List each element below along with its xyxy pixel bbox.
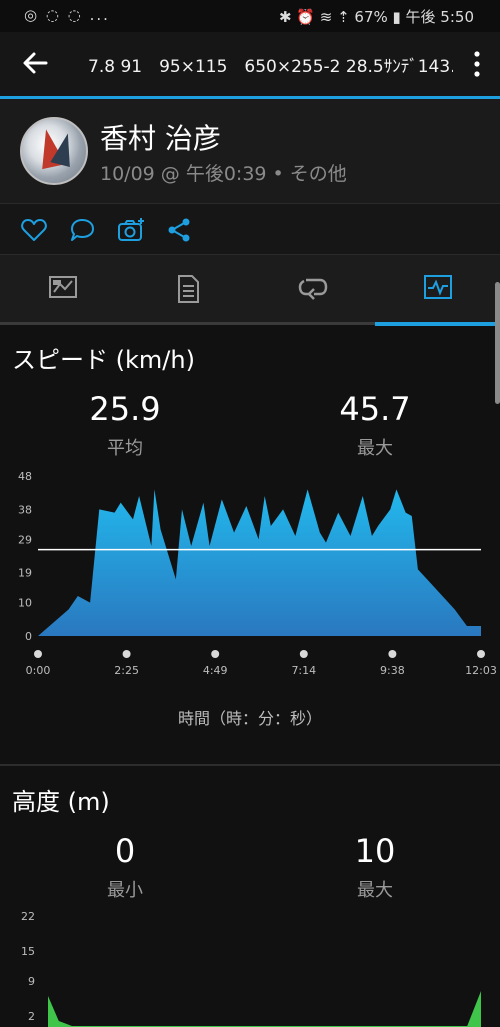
speed-x-tick-dot: [299, 650, 308, 658]
elevation-chart: 2 9 15 22: [21, 910, 481, 1027]
activity-header: 香村 治彦 10/09 @ 午後0:39 • その他: [0, 99, 500, 204]
speed-y-tick: 10: [18, 597, 32, 610]
elevation-y-tick: 22: [21, 910, 35, 923]
speed-y-tick: 38: [18, 503, 32, 516]
scrollbar[interactable]: [495, 282, 500, 404]
overflow-menu-icon[interactable]: [472, 50, 482, 78]
elevation-y-tick: 15: [21, 945, 35, 958]
speed-y-tick: 0: [25, 630, 32, 643]
section-divider: [0, 764, 500, 766]
elevation-max-label: 最大: [357, 880, 393, 901]
tab-laps[interactable]: [250, 255, 375, 325]
document-icon: [178, 275, 199, 303]
heart-icon[interactable]: [20, 216, 48, 244]
speed-avg-label: 平均: [107, 438, 143, 459]
speed-y-tick: 48: [18, 470, 32, 483]
speed-area: [38, 489, 481, 636]
camera-add-icon[interactable]: [117, 216, 145, 244]
speed-x-tick-dot: [122, 650, 131, 658]
speed-x-tick: 2:25: [114, 664, 139, 677]
speed-x-caption: 時間（時：分：秒）: [177, 709, 322, 728]
speed-x-tick: 12:03: [465, 664, 497, 677]
tab-charts[interactable]: [375, 255, 500, 325]
elevation-max-value: 10: [354, 832, 396, 870]
speed-x-tick: 4:49: [203, 664, 228, 677]
speed-x-tick: 9:38: [380, 664, 405, 677]
athlete-name[interactable]: 香村 治彦: [100, 117, 221, 157]
speed-max-value: 45.7: [339, 390, 411, 428]
speed-max-label: 最大: [357, 438, 393, 459]
activity-meta: 10/09 @ 午後0:39 • その他: [100, 163, 347, 185]
speed-x-tick-dot: [34, 650, 42, 658]
tab-overview[interactable]: [0, 255, 125, 325]
speed-avg-value: 25.9: [89, 390, 161, 428]
speed-x-tick-dot: [477, 650, 485, 658]
comment-icon[interactable]: [68, 216, 96, 244]
app-bar: 7.8 91 95×115 650×255-2 28.5ｻﾝﾃﾞ143...: [0, 32, 500, 99]
speed-y-tick: 19: [18, 567, 32, 580]
map-icon: [49, 276, 77, 298]
active-tab-indicator: [375, 322, 500, 326]
elevation-y-tick: 2: [28, 1010, 35, 1023]
speed-x-tick-dot: [211, 650, 220, 658]
loop-icon: [298, 278, 328, 300]
elevation-y-tick: 9: [28, 975, 35, 988]
elevation-title: 高度 (m): [12, 788, 110, 816]
status-right-info: ✱ ⏰ ≋ ⇡ 67% ▮ 午後 5:50: [278, 8, 474, 26]
chart-icon: [424, 275, 452, 299]
activity-title: 7.8 91 95×115 650×255-2 28.5ｻﾝﾃﾞ143...: [88, 57, 453, 77]
status-bar: ◎ ◌ ◌ ... ✱ ⏰ ≋ ⇡ 67% ▮ 午後 5:50: [0, 0, 500, 32]
tab-details[interactable]: [125, 255, 250, 325]
back-arrow-icon[interactable]: [20, 48, 50, 78]
status-left-icons: ◎ ◌ ◌ ...: [24, 6, 110, 24]
speed-title: スピード (km/h): [12, 346, 195, 374]
elevation-min-label: 最小: [107, 880, 143, 901]
share-icon[interactable]: [166, 216, 194, 244]
social-actions: [0, 204, 500, 255]
speed-x-tick-dot: [388, 650, 397, 658]
speed-x-tick: 7:14: [291, 664, 316, 677]
speed-chart: 0 10 19 29 38 48 0:00 2:25 4:49 7:14 9:38 12:03: [18, 470, 497, 677]
speed-y-tick: 29: [18, 533, 32, 546]
speed-x-tick: 0:00: [26, 664, 51, 677]
detail-tabs: [0, 255, 500, 326]
elevation-area: [48, 991, 481, 1027]
elevation-min-value: 0: [114, 832, 136, 870]
avatar[interactable]: [20, 117, 88, 185]
